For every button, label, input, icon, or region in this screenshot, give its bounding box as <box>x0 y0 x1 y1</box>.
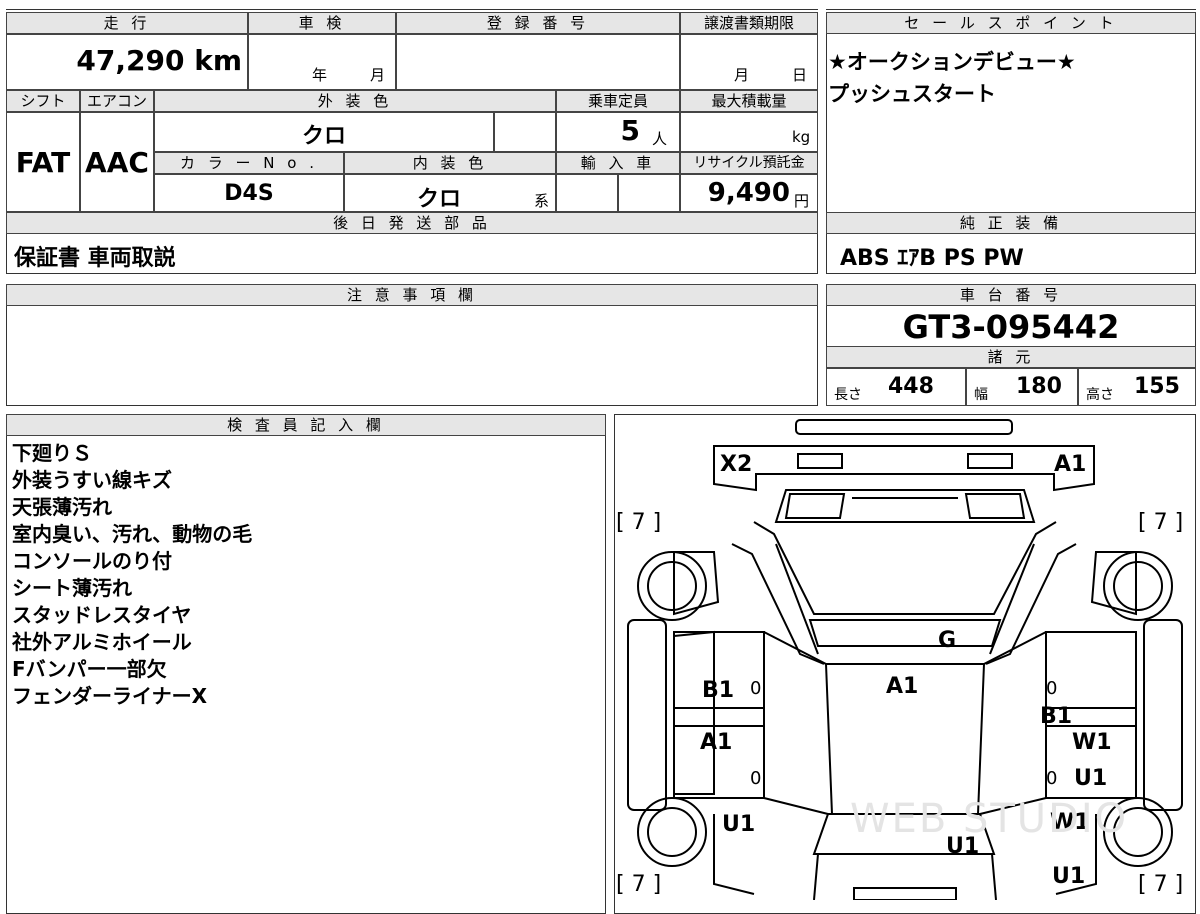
inspection-header: 車 検 <box>248 12 396 34</box>
transfer-day: 日 <box>792 66 808 84</box>
tire-fl-rating: [ 7 ] <box>616 510 662 535</box>
recycle-value: 9,490 <box>707 178 790 208</box>
color-no-value: D4S <box>224 181 274 206</box>
import-cell-b <box>618 174 680 212</box>
caution-header: 注 意 事 項 欄 <box>6 284 818 306</box>
diagram-label-g: G <box>938 628 957 653</box>
exterior-color-header: 外 装 色 <box>154 90 556 112</box>
max-load-unit: kg <box>792 128 811 146</box>
inspector-note-5: コンソールのり付 <box>12 549 172 573</box>
height-label: 高さ <box>1086 387 1114 403</box>
length-value: 448 <box>888 374 934 399</box>
top-cutoff-row <box>6 0 818 10</box>
ac-header: エアコン <box>80 90 154 112</box>
diagram-label-u1-right-door: U1 <box>1074 766 1108 791</box>
shift-header: シフト <box>6 90 80 112</box>
shift-value: FAT <box>15 146 71 179</box>
dimensions-header: 諸 元 <box>826 346 1196 368</box>
diagram-label-u1-left-rear: U1 <box>722 812 756 837</box>
inspector-note-3: 天張薄汚れ <box>12 495 112 519</box>
equipment-value: ABS ｴｱB PS PW <box>840 246 1024 271</box>
inspector-note-4: 室内臭い、汚れ、動物の毛 <box>12 522 253 546</box>
later-parts-value: 保証書 車両取説 <box>14 246 176 271</box>
tire-fr-rating: [ 7 ] <box>1138 510 1184 535</box>
equipment-header: 純 正 装 備 <box>826 212 1196 234</box>
inspector-note-2: 外装うすい線キズ <box>12 468 172 492</box>
sales-point-line-2: プッシュスタート <box>828 82 996 106</box>
chassis-header: 車 台 番 号 <box>826 284 1196 306</box>
inspector-note-7: スタッドレスタイヤ <box>12 603 192 627</box>
mileage-value: 47,290 km <box>76 44 242 77</box>
diagram-label-u1-right-bottom: U1 <box>1052 864 1086 889</box>
diagram-zero-1: 0 <box>750 678 762 699</box>
height-value: 155 <box>1134 374 1180 399</box>
interior-color-value: クロ <box>416 187 461 212</box>
import-cell-a <box>556 174 618 212</box>
transfer-month: 月 <box>734 66 750 84</box>
diagram-label-b1-left: B1 <box>702 678 735 703</box>
interior-color-header: 内 装 色 <box>344 152 556 174</box>
width-value: 180 <box>1016 374 1062 399</box>
chassis-number: GT3-095442 <box>902 308 1120 346</box>
inspection-month: 月 <box>370 66 386 84</box>
ac-value: AAC <box>85 146 149 179</box>
recycle-unit: 円 <box>794 192 810 210</box>
diagram-label-a1-front: A1 <box>1054 452 1087 477</box>
capacity-unit: 人 <box>652 130 668 148</box>
inspector-note-10: フェンダーライナーX <box>12 684 208 708</box>
diagram-label-b1-right: B1 <box>1040 704 1073 729</box>
watermark: WEB STUDIO <box>850 796 1129 842</box>
inspector-note-8: 社外アルミホイール <box>12 630 192 654</box>
color-no-header: カ ラ ー N o . <box>154 152 344 174</box>
exterior-color-extra-cell <box>494 112 556 152</box>
diagram-label-w1-right-door: W1 <box>1072 730 1112 755</box>
diagram-zero-2: 0 <box>750 768 762 789</box>
diagram-label-x2: X2 <box>720 452 753 477</box>
max-load-header: 最大積載量 <box>680 90 818 112</box>
capacity-value: 5 <box>620 114 640 147</box>
inspector-note-1: 下廻りＳ <box>12 441 92 465</box>
registration-header: 登 録 番 号 <box>396 12 680 34</box>
mileage-header: 走 行 <box>6 12 248 34</box>
tire-rl-rating: [ 7 ] <box>616 872 662 897</box>
capacity-header: 乗車定員 <box>556 90 680 112</box>
inspector-header: 検 査 員 記 入 欄 <box>6 414 606 436</box>
transfer-deadline-header: 譲渡書類期限 <box>680 12 818 34</box>
diagram-zero-4: 0 <box>1046 768 1058 789</box>
width-label: 幅 <box>974 387 988 403</box>
sales-point-line-1: ★オークションデビュー★ <box>828 50 1076 74</box>
tire-rr-rating: [ 7 ] <box>1138 872 1184 897</box>
sales-point-header: セ ー ル ス ポ イ ン ト <box>826 12 1196 34</box>
diagram-zero-3: 0 <box>1046 678 1058 699</box>
diagram-label-a1-left-door: A1 <box>700 730 733 755</box>
exterior-color-value: クロ <box>301 124 346 149</box>
diagram-label-a1-roof: A1 <box>886 674 919 699</box>
inspector-note-9: Fバンパー一部欠 <box>12 657 167 681</box>
later-parts-header: 後 日 発 送 部 品 <box>6 212 818 234</box>
registration-cell <box>396 34 680 90</box>
recycle-header: リサイクル預託金 <box>680 152 818 174</box>
import-header: 輸 入 車 <box>556 152 680 174</box>
length-label: 長さ <box>834 387 862 403</box>
inspector-note-6: シート薄汚れ <box>12 576 132 600</box>
inspection-year: 年 <box>312 66 328 84</box>
interior-color-suffix: 系 <box>534 192 550 210</box>
top-cutoff-sales <box>826 0 1196 10</box>
